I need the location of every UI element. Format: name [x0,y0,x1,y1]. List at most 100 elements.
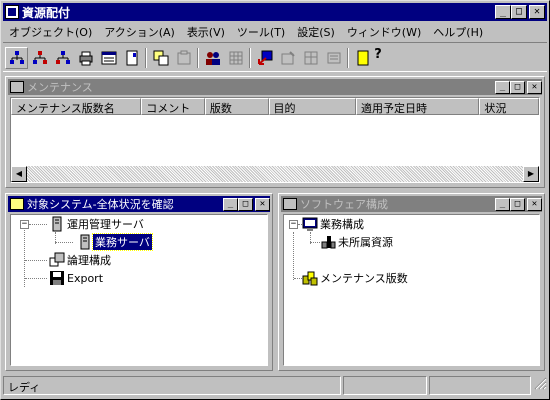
tree-label: Export [67,271,104,285]
window-controls: _ □ ✕ [495,5,545,19]
maintenance-close-button[interactable]: ✕ [527,80,542,94]
import-icon [257,50,272,65]
tree-line [310,242,320,243]
tree-label: メンテナンス版数 [320,272,408,285]
toolbar-separator [195,47,201,69]
tree-label: 未所属資源 [338,236,393,249]
tree-node-export[interactable]: Export [49,270,105,286]
server-icon [52,216,62,232]
menu-settings[interactable]: 設定(S) [291,24,341,40]
tree-node-logical[interactable]: 論理構成 [49,252,113,268]
tree-node-ops-server[interactable]: 運用管理サーバ [49,216,146,232]
tree-line [25,260,47,261]
edit-button[interactable] [276,47,299,69]
business-structure-icon [302,217,318,231]
maintenance-panel: メンテナンス _ □ ✕ メンテナンス版数名 コメント 版数 目的 適用予定日時… [5,76,545,188]
system-maximize-button[interactable]: □ [238,197,253,211]
toolbar-separator [345,47,351,69]
horizontal-scrollbar[interactable]: ◀ ▶ [11,166,539,182]
software-tree[interactable]: − 業務構成 未所属資源 メンテナンス版数 [283,214,540,366]
import-button[interactable] [253,47,276,69]
list-button[interactable] [322,47,345,69]
title-bar[interactable]: 資源配付 _ □ ✕ [3,3,547,21]
copy-button[interactable] [149,47,172,69]
menu-help[interactable]: ヘルプ(H) [427,24,489,40]
window-list-button[interactable] [97,47,120,69]
tree-node-business-server[interactable]: 業務サーバ [77,233,153,251]
column-header-schedule[interactable]: 適用予定日時 [356,98,480,115]
tree-node-unassigned[interactable]: 未所属資源 [320,234,395,250]
server-icon [80,234,90,250]
printer-icon [79,51,92,65]
tree-collapse-toggle[interactable]: − [289,220,298,229]
system-panel-titlebar[interactable]: 対象システム-全体状況を確認 _ □ ✕ [8,196,270,212]
maximize-button[interactable]: □ [511,5,527,19]
column-header-purpose[interactable]: 目的 [268,98,357,115]
status-bar: レディ [3,376,547,396]
scroll-right-button[interactable]: ▶ [523,166,539,182]
network-mixed-button[interactable] [51,47,74,69]
tree-collapse-toggle[interactable]: − [20,220,29,229]
menu-action[interactable]: アクション(A) [98,24,181,40]
software-minimize-button[interactable]: _ [495,197,510,211]
maintenance-panel-titlebar[interactable]: メンテナンス _ □ ✕ [8,79,542,95]
software-maximize-button[interactable]: □ [510,197,525,211]
column-header-comment[interactable]: コメント [141,98,205,115]
network-view-button[interactable] [5,46,28,69]
close-button[interactable]: ✕ [529,5,545,19]
logical-structure-icon [49,252,65,267]
document-icon [126,50,137,65]
tree-label: 論理構成 [67,254,111,267]
print-button[interactable] [74,47,97,69]
status-pane-3 [429,376,531,395]
maintenance-panel-title: メンテナンス [27,81,93,94]
distribute-button[interactable] [201,47,224,69]
status-pane-2 [343,376,427,395]
system-minimize-button[interactable]: _ [223,197,238,211]
maintenance-panel-icon [10,81,24,93]
column-header-name[interactable]: メンテナンス版数名 [11,98,142,115]
column-header-status[interactable]: 状況 [479,98,539,115]
paste-button[interactable] [172,47,195,69]
help-icon [357,50,368,65]
resource-icon [321,236,336,249]
toolbar [3,42,547,72]
maintenance-list[interactable]: メンテナンス版数名 コメント 版数 目的 適用予定日時 状況 ◀ ▶ [10,97,540,183]
minimize-button[interactable]: _ [495,5,511,19]
tree-node-business[interactable]: 業務構成 [302,216,366,232]
maintenance-maximize-button[interactable]: □ [510,80,525,94]
maintenance-minimize-button[interactable]: _ [495,80,510,94]
grid-button[interactable] [224,47,247,69]
app-icon[interactable] [5,5,19,19]
table-button[interactable] [299,47,322,69]
system-close-button[interactable]: ✕ [255,197,270,211]
menu-view[interactable]: 表示(V) [181,24,231,40]
menu-tools[interactable]: ツール(T) [231,24,291,40]
software-panel-titlebar[interactable]: ソフトウェア構成 _ □ ✕ [281,196,542,212]
app-window: 資源配付 _ □ ✕ オブジェクト(O) アクション(A) 表示(V) ツール(… [0,0,550,400]
window-list-icon [101,51,116,64]
tree-label: 運用管理サーバ [67,218,144,231]
software-panel: ソフトウェア構成 _ □ ✕ − 業務構成 未所属資源 メンテナンス版数 [278,193,545,371]
system-panel: 対象システム-全体状況を確認 _ □ ✕ − 運用管理サーバ 業務サーバ 論理構… [5,193,273,371]
bookmark-button[interactable] [120,47,143,69]
grid-disabled-icon [229,51,242,64]
software-close-button[interactable]: ✕ [527,197,542,211]
network-mixed-icon [55,50,70,64]
list-disabled-icon [327,52,340,63]
resize-grip-icon[interactable] [533,376,547,390]
help-button[interactable] [351,47,374,69]
tree-node-maint-version[interactable]: メンテナンス版数 [302,270,410,286]
column-header-version[interactable]: 版数 [204,98,269,115]
status-text: レディ [3,376,341,395]
network-red-button[interactable] [28,47,51,69]
menu-window[interactable]: ウィンドウ(W) [341,24,427,40]
system-tree[interactable]: − 運用管理サーバ 業務サーバ 論理構成 Export [10,214,268,366]
scroll-left-button[interactable]: ◀ [11,166,27,182]
tree-line [294,278,302,279]
scroll-track[interactable] [27,166,523,182]
menu-object[interactable]: オブジェクト(O) [3,24,98,40]
software-panel-icon [283,198,297,210]
toolbar-separator [143,47,149,69]
table-disabled-icon [304,51,317,64]
